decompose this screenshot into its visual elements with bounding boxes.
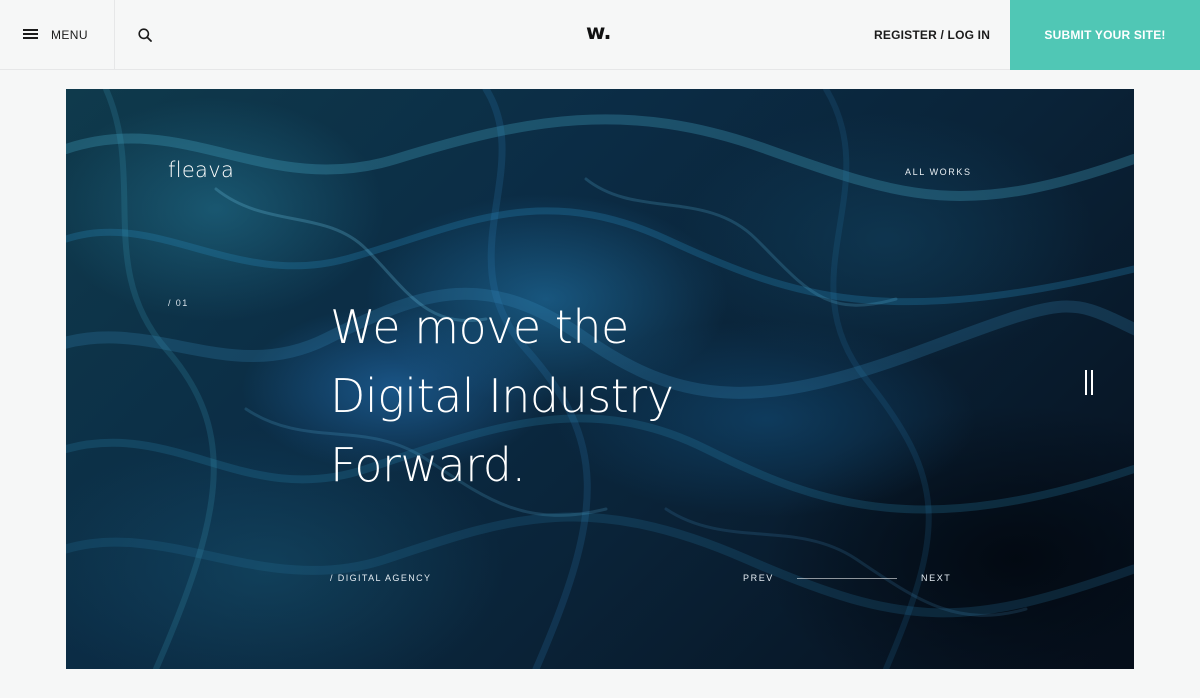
- hamburger-icon: [23, 29, 38, 40]
- headline-line: Digital Industry: [330, 369, 674, 423]
- menu-button[interactable]: MENU: [0, 0, 115, 69]
- pause-icon[interactable]: [1084, 370, 1094, 396]
- all-works-link[interactable]: ALL WORKS: [905, 167, 972, 177]
- hero-headline: We move the Digital Industry Forward.: [330, 293, 790, 500]
- top-navigation-bar: MENU w. REGISTER / LOG IN SUBMIT YOUR SI…: [0, 0, 1200, 70]
- agency-logo: fleava: [168, 158, 235, 182]
- slide-number: / 01: [168, 298, 189, 308]
- next-slide-button[interactable]: NEXT: [921, 573, 951, 583]
- slide-progress-line: [797, 578, 897, 579]
- agency-tagline: / DIGITAL AGENCY: [330, 573, 432, 583]
- search-button[interactable]: [115, 0, 175, 69]
- register-login-link[interactable]: REGISTER / LOG IN: [874, 28, 990, 42]
- headline-line: Forward.: [330, 438, 526, 492]
- featured-site-preview[interactable]: fleava ALL WORKS / 01 We move the Digita…: [66, 89, 1134, 669]
- prev-slide-button[interactable]: PREV: [743, 573, 774, 583]
- site-logo[interactable]: w.: [586, 20, 618, 44]
- menu-label: MENU: [51, 28, 88, 42]
- search-icon: [138, 28, 152, 42]
- submit-site-button[interactable]: SUBMIT YOUR SITE!: [1010, 0, 1200, 70]
- headline-line: We move the: [330, 300, 629, 354]
